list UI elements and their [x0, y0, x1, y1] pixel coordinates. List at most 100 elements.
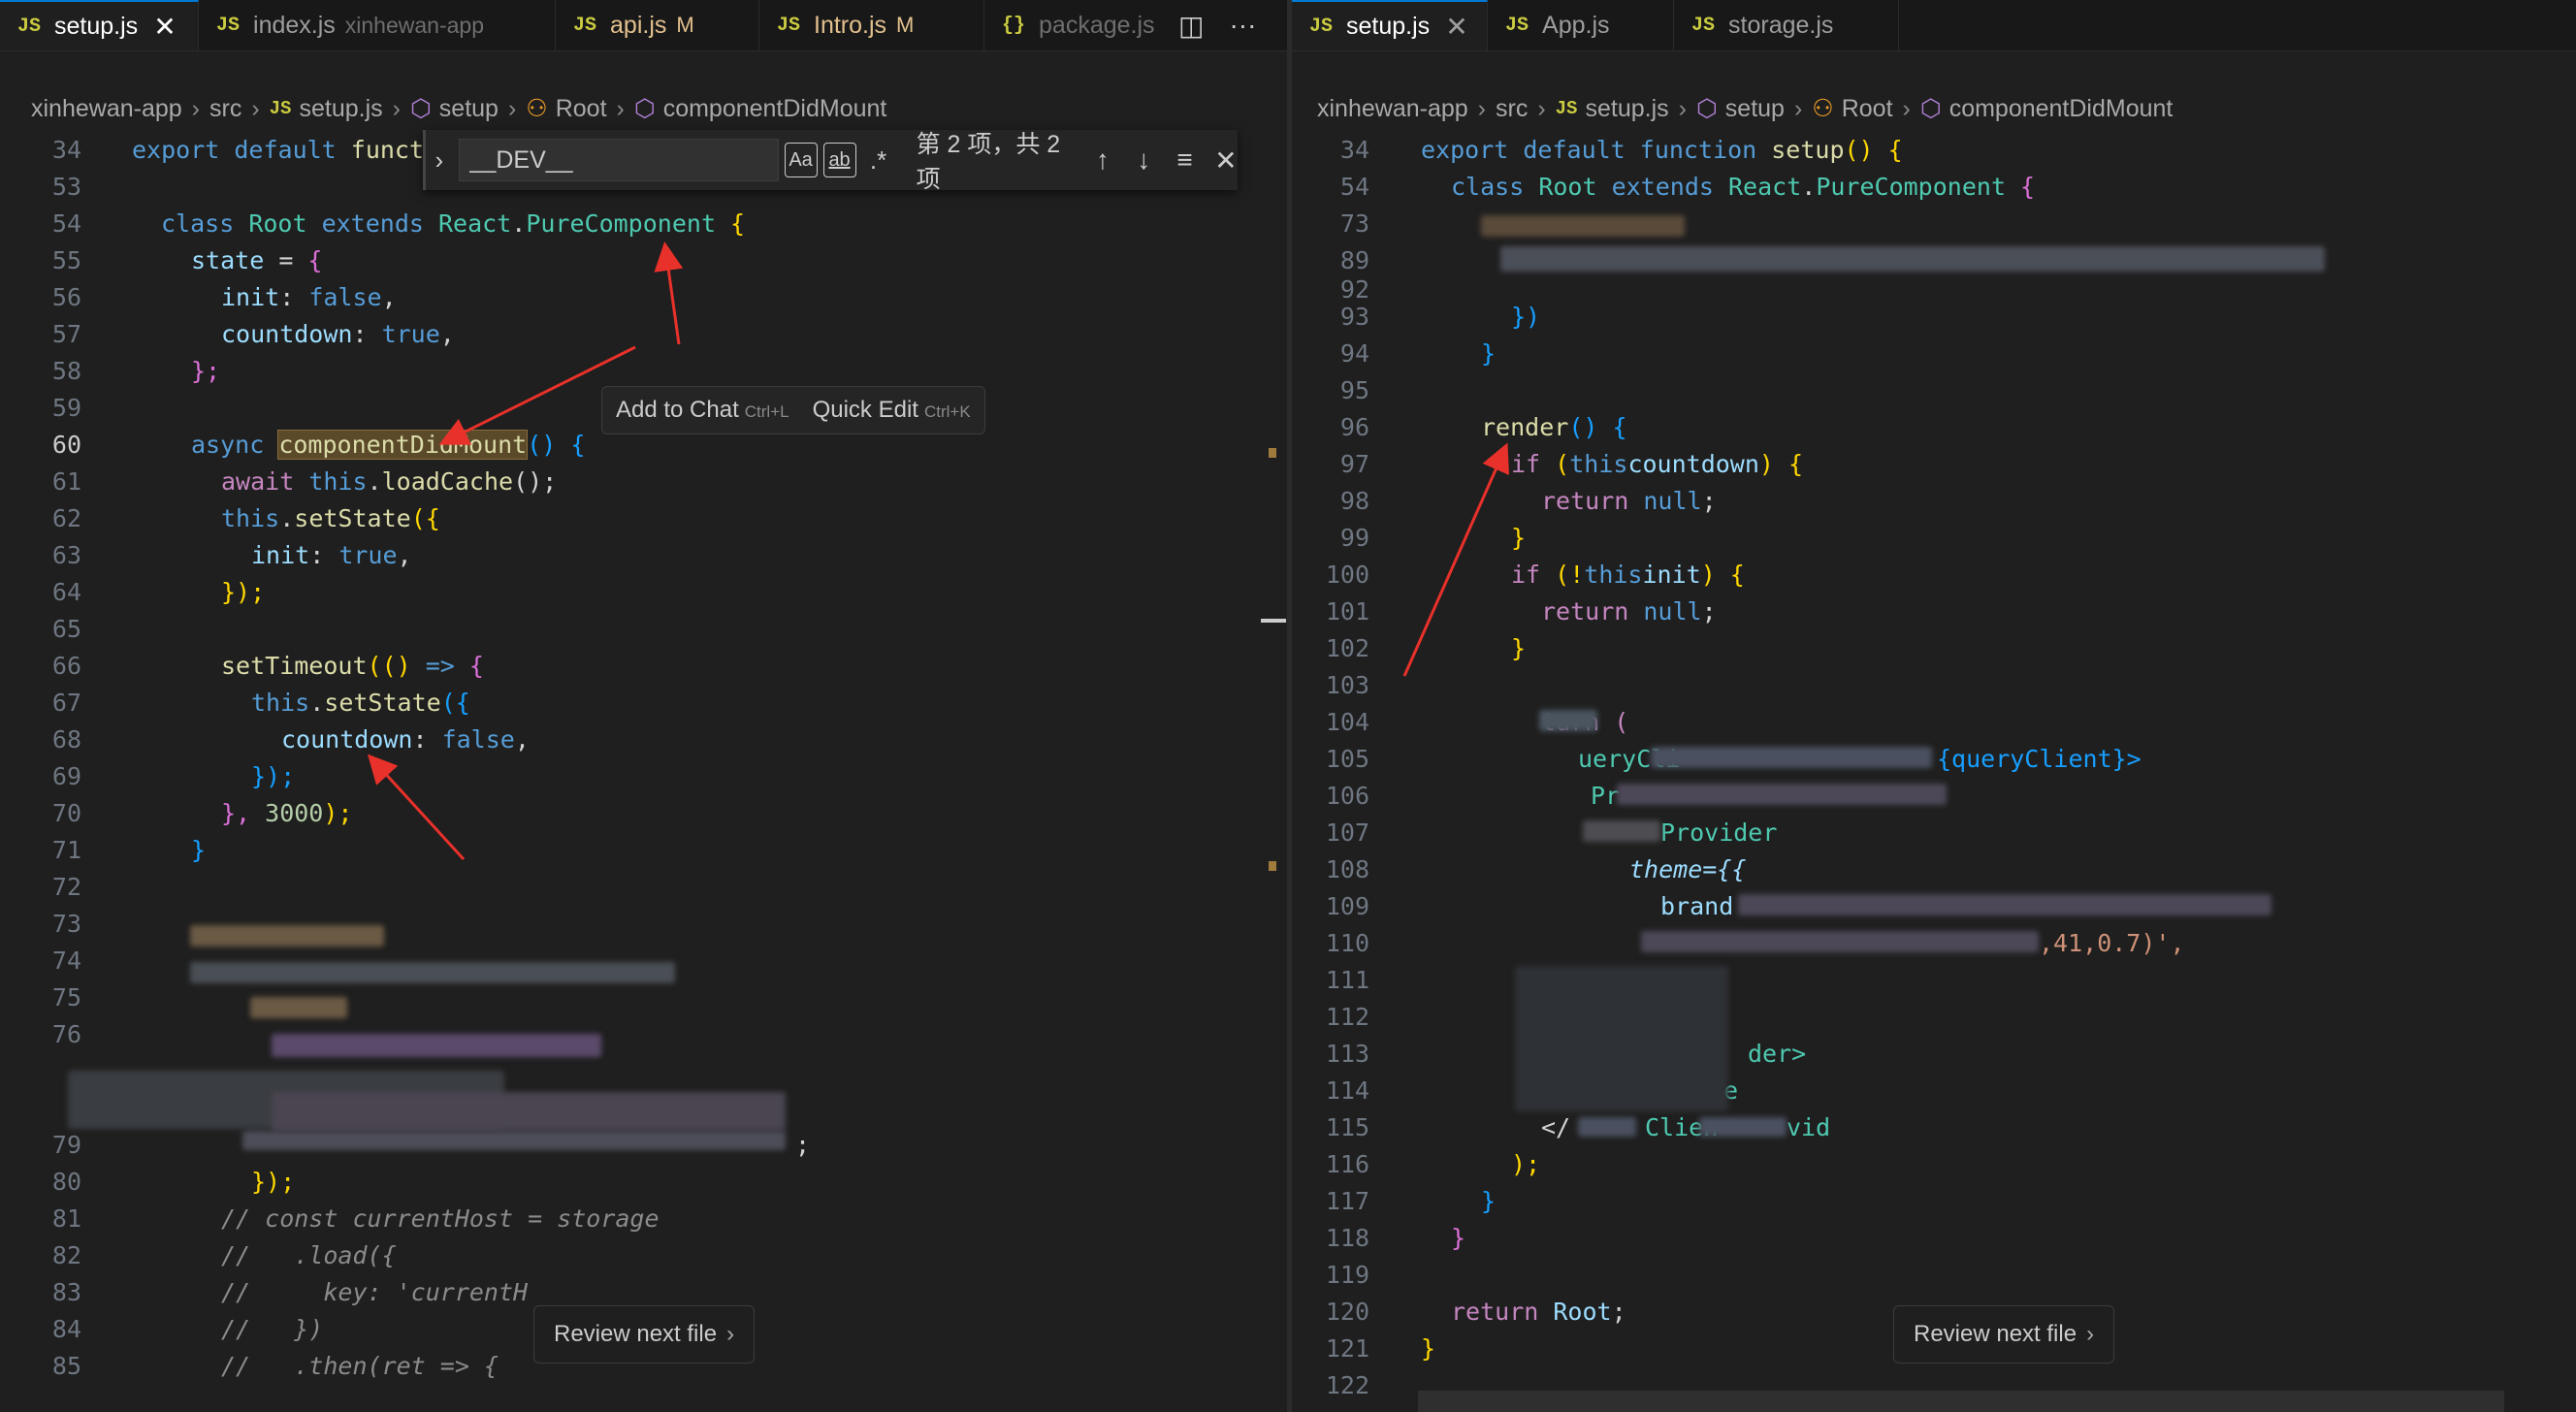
right-editor-group: JS setup.js ✕ JS App.js JS storage.js xi… — [1292, 0, 2576, 1412]
right-code-editor[interactable]: 34 export default function setup() { 54 cl… — [1292, 132, 2576, 1412]
tab-storage-js[interactable]: JS storage.js — [1674, 0, 1899, 50]
horizontal-scrollbar[interactable] — [1418, 1391, 2504, 1412]
modified-badge: M — [676, 13, 694, 37]
redacted-code — [1481, 215, 1685, 237]
add-to-chat-button[interactable]: Add to Chat Ctrl+L — [616, 397, 789, 424]
code-line: 119 — [1325, 1261, 1369, 1289]
inline-action-menu: Add to Chat Ctrl+L Quick Edit Ctrl+K — [601, 386, 985, 434]
quick-edit-button[interactable]: Quick Edit Ctrl+K — [813, 397, 971, 424]
close-icon[interactable]: ✕ — [1445, 11, 1467, 43]
chevron-right-icon: › — [1793, 94, 1803, 122]
code-line: 105 ueryCli {queryClient}> — [1325, 745, 2141, 773]
redacted-code — [1515, 966, 1728, 1111]
find-in-selection-icon[interactable]: ≡ — [1173, 144, 1196, 176]
more-actions-icon[interactable]: ··· — [1229, 10, 1256, 41]
redacted-code — [1578, 1117, 1636, 1137]
previous-match-icon[interactable]: ↑ — [1091, 144, 1114, 176]
js-file-icon: JS — [1505, 14, 1530, 37]
redacted-code — [1500, 246, 2325, 272]
tab-intro-js[interactable]: JS Intro.js M — [759, 0, 984, 50]
breadcrumb-file[interactable]: setup.js — [299, 95, 382, 123]
redacted-code — [190, 962, 675, 983]
class-symbol-icon: ⚇ — [526, 95, 548, 122]
redacted-code — [1583, 820, 1660, 842]
regex-toggle[interactable]: .* — [862, 143, 895, 177]
tab-setup-js[interactable]: JS setup.js ✕ — [1292, 0, 1488, 50]
code-line: 67 this.setState({ — [51, 689, 470, 717]
breadcrumb-class[interactable]: Root — [1842, 95, 1893, 123]
breadcrumb-method[interactable]: componentDidMount — [1949, 95, 2174, 123]
modified-badge: M — [896, 13, 915, 37]
breadcrumb-class[interactable]: Root — [556, 95, 607, 123]
code-line: 58}; — [51, 357, 221, 385]
left-code-editor[interactable]: 34 export default funct 53 54 class Root e… — [0, 132, 1287, 1412]
breadcrumb-file[interactable]: setup.js — [1585, 95, 1668, 123]
breadcrumb-root[interactable]: xinhewan-app — [1317, 95, 1468, 123]
method-symbol-icon: ⬡ — [409, 95, 432, 122]
code-line: 65 — [51, 615, 81, 643]
code-line: 114de — [1325, 1076, 1738, 1105]
breadcrumb-function[interactable]: setup — [1725, 95, 1785, 123]
find-widget: › Aa ab .* 第 2 项，共 2 项 ↑ ↓ ≡ ✕ — [423, 130, 1238, 193]
split-editor-icon[interactable]: ◫ — [1178, 10, 1204, 42]
js-file-icon: JS — [1691, 14, 1716, 37]
redacted-code — [190, 925, 384, 947]
tab-api-js[interactable]: JS api.js M — [556, 0, 759, 50]
left-tab-bar: JS setup.js ✕ JS index.js xinhewan-app J… — [0, 0, 1287, 51]
method-symbol-icon: ⬡ — [1919, 95, 1942, 122]
code-line: 66 setTimeout(() => { — [51, 652, 484, 680]
breadcrumb-function[interactable]: setup — [439, 95, 499, 123]
code-line: 68 countdown: false, — [51, 725, 530, 754]
match-case-toggle[interactable]: Aa — [784, 143, 818, 177]
next-match-icon[interactable]: ↓ — [1132, 144, 1155, 176]
redacted-code — [1651, 747, 1932, 768]
code-line: 111 — [1325, 966, 1369, 994]
code-line: 56 init: false, — [51, 283, 397, 311]
review-next-file-button[interactable]: Review next file › — [533, 1305, 756, 1364]
code-line: 75 — [51, 983, 81, 1011]
chevron-right-icon[interactable]: › — [426, 145, 453, 176]
chevron-right-icon: › — [616, 94, 625, 122]
code-line: 70}, 3000); — [51, 799, 353, 827]
code-line: 101 return null; — [1325, 597, 1717, 626]
code-line: 92 — [1339, 279, 1369, 299]
breadcrumb: xinhewan-app › src › JS setup.js › ⬡ set… — [1292, 91, 2576, 126]
code-line: 63 init: true, — [51, 541, 412, 569]
find-input[interactable] — [458, 139, 779, 181]
js-file-icon: JS — [1555, 98, 1578, 119]
code-line: 57 countdown: true, — [51, 320, 455, 348]
breadcrumb-src[interactable]: src — [1496, 95, 1528, 123]
tab-index-js[interactable]: JS index.js xinhewan-app — [199, 0, 556, 50]
js-file-icon: JS — [1309, 15, 1334, 38]
js-file-icon: JS — [573, 14, 597, 37]
code-line: 34 export default function setup() { — [1339, 136, 1903, 164]
code-line: 64}); — [51, 578, 266, 606]
whole-word-toggle[interactable]: ab — [822, 143, 856, 177]
code-line: 76 — [51, 1020, 81, 1048]
breadcrumb-method[interactable]: componentDidMount — [663, 95, 887, 123]
tab-setup-js[interactable]: JS setup.js ✕ — [0, 0, 199, 50]
breadcrumb-src[interactable]: src — [209, 95, 242, 123]
redacted-code — [242, 1131, 786, 1150]
redacted-code — [1738, 894, 2271, 915]
tab-app-js[interactable]: JS App.js — [1488, 0, 1674, 50]
code-line: 107 Provider — [1325, 818, 1778, 847]
code-line: 61 await this.loadCache(); — [51, 467, 558, 496]
tab-package-js[interactable]: {} package.js — [984, 0, 1178, 50]
close-icon[interactable]: ✕ — [153, 11, 176, 43]
code-line: 108 theme={{ — [1325, 855, 1747, 883]
json-file-icon: {} — [1002, 14, 1026, 37]
code-line: 116); — [1325, 1150, 1541, 1178]
scrollbar-marker — [1269, 448, 1276, 458]
search-highlight: componentDidMount — [277, 430, 529, 460]
close-icon[interactable]: ✕ — [1214, 144, 1238, 176]
code-line: 93}) — [1339, 303, 1541, 331]
code-line: 117} — [1325, 1187, 1497, 1215]
review-next-file-button[interactable]: Review next file › — [1893, 1305, 2115, 1364]
js-file-icon: JS — [269, 98, 292, 119]
redacted-code — [272, 1034, 601, 1057]
breadcrumb-root[interactable]: xinhewan-app — [31, 95, 182, 123]
code-line: 54 class Root extends React.PureComponent… — [51, 209, 746, 238]
code-line: 82// .load({ — [51, 1241, 397, 1269]
chevron-right-icon: › — [507, 94, 517, 122]
